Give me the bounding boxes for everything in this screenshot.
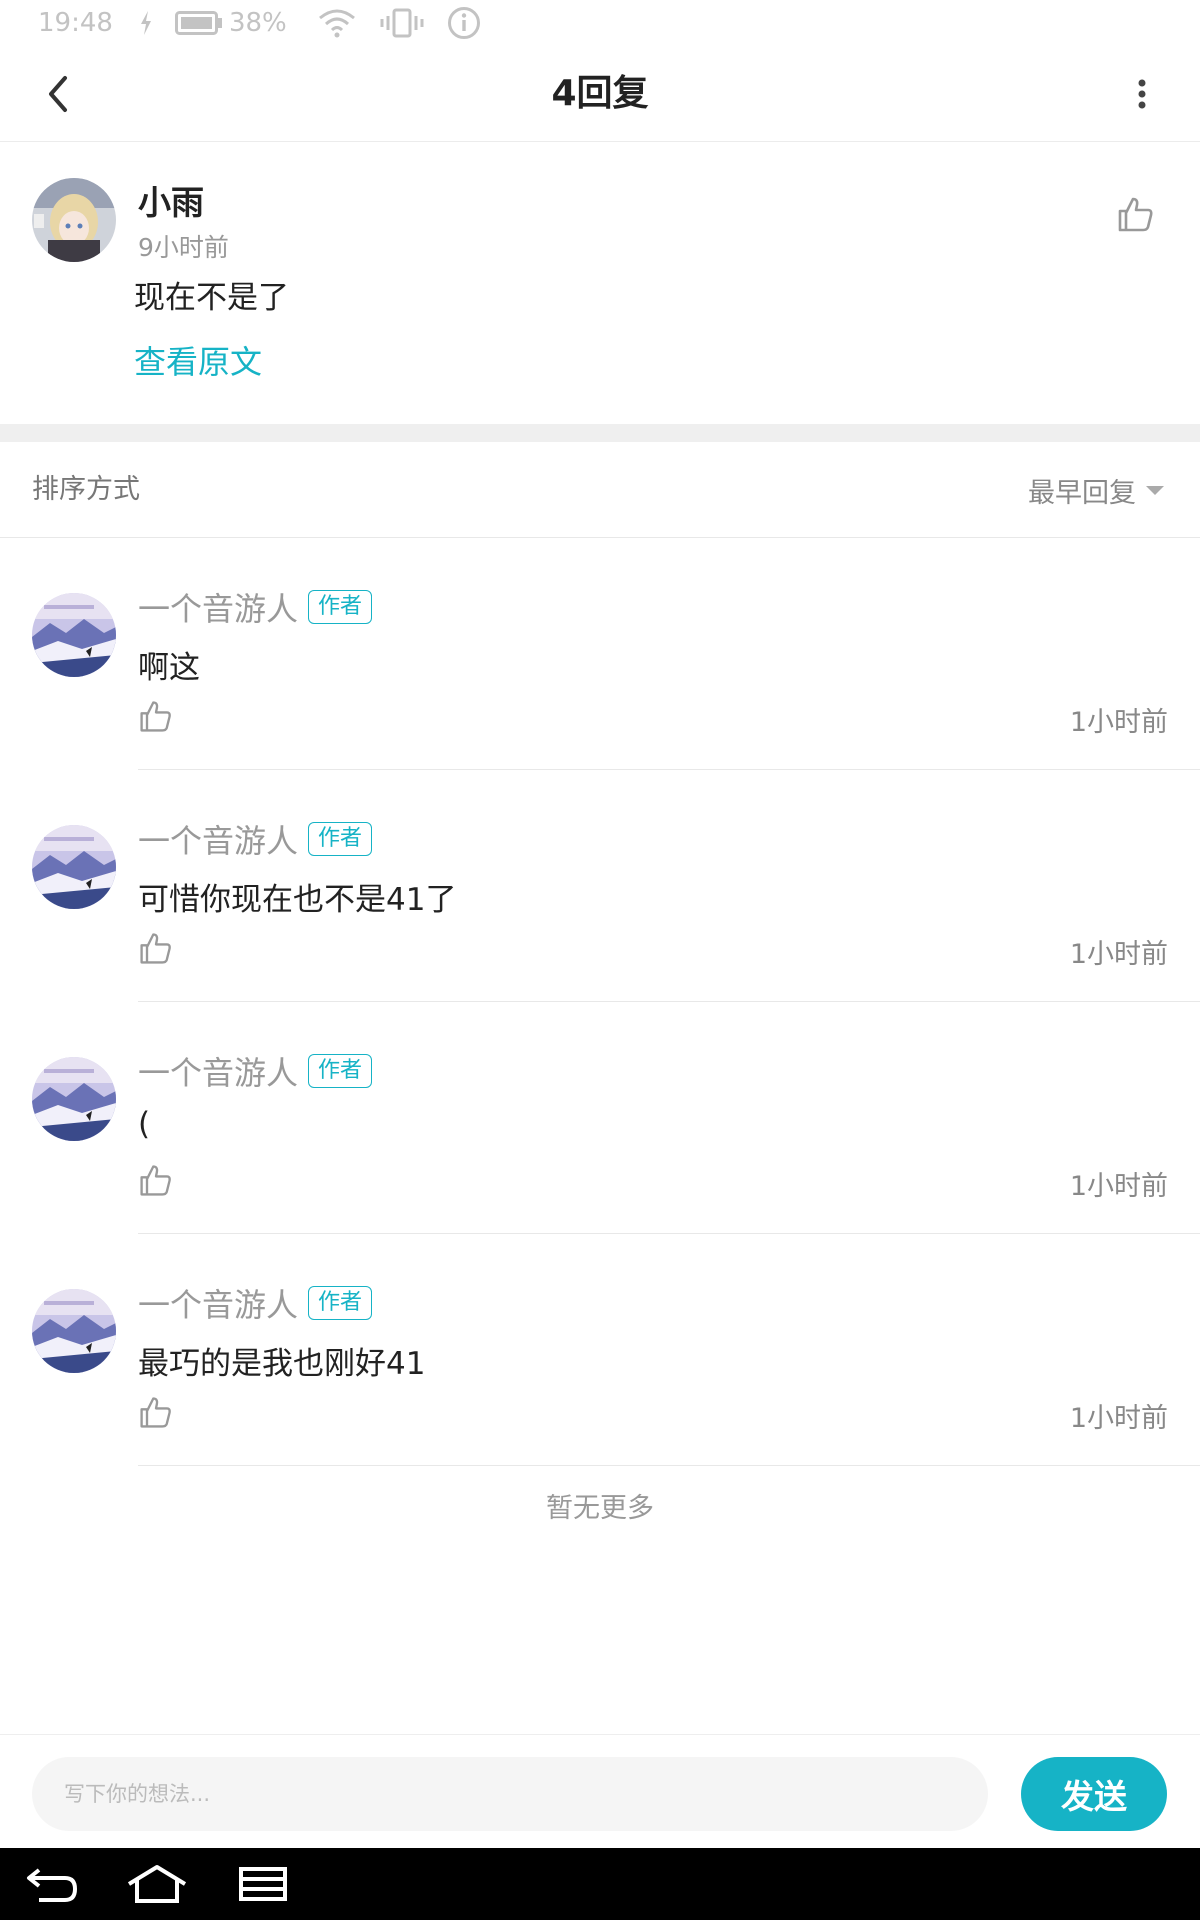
caret-down-icon (1146, 485, 1164, 495)
sort-label: 排序方式 (32, 474, 140, 505)
avatar[interactable] (32, 593, 116, 677)
reply-text: 啊这 (138, 650, 200, 686)
reply-time: 1小时前 (1069, 939, 1168, 970)
author-badge: 作者 (308, 1054, 373, 1088)
reply-author[interactable]: 一个音游人 (138, 816, 298, 862)
view-original-link[interactable]: 查看原文 (134, 337, 262, 383)
thumbs-up-icon (140, 933, 171, 964)
nav-home-button[interactable] (122, 1860, 192, 1908)
comment-author[interactable]: 小雨 (138, 176, 204, 224)
avatar[interactable] (32, 1057, 116, 1141)
reply-time: 1小时前 (1069, 707, 1168, 738)
wifi-icon (317, 8, 357, 38)
thumbs-up-icon (1118, 197, 1153, 232)
sort-dropdown[interactable]: 最早回复 (1028, 442, 1164, 538)
original-comment: 小雨 9小时前 现在不是了 查看原文 (0, 142, 1200, 424)
charging-icon (139, 10, 153, 36)
reply-author[interactable]: 一个音游人 (138, 584, 298, 630)
page-title: 4回复 (551, 73, 649, 114)
landscape-avatar-icon (32, 593, 116, 677)
reply-item: 一个音游人 作者 啊这 1小时前 (0, 538, 1200, 770)
like-button[interactable] (1116, 194, 1156, 234)
no-more-text: 暂无更多 (546, 1493, 654, 1524)
more-options-button[interactable] (1114, 66, 1170, 122)
section-divider (0, 424, 1200, 442)
landscape-avatar-icon (32, 825, 116, 909)
thumbs-up-icon (140, 1397, 171, 1428)
like-button[interactable] (138, 930, 174, 966)
reply-author[interactable]: 一个音游人 (138, 1280, 298, 1326)
reply-input[interactable] (32, 1757, 988, 1831)
reply-text: 可惜你现在也不是41了 (138, 882, 457, 918)
like-button[interactable] (138, 1394, 174, 1430)
avatar[interactable] (32, 825, 116, 909)
back-arrow-icon (27, 1868, 78, 1902)
battery-percent: 38% (228, 8, 287, 38)
vibrate-icon (379, 8, 425, 38)
thumbs-up-icon (140, 701, 171, 732)
system-nav-bar (0, 1848, 1200, 1920)
status-time: 19:48 (38, 8, 113, 38)
like-button[interactable] (138, 698, 174, 734)
reply-text: ( (138, 1106, 151, 1142)
info-icon (447, 6, 481, 40)
reply-time: 1小时前 (1069, 1171, 1168, 1202)
like-button[interactable] (138, 1162, 174, 1198)
landscape-avatar-icon (32, 1289, 116, 1373)
thumbs-up-icon (140, 1165, 171, 1196)
nav-back-button[interactable] (18, 1860, 88, 1908)
nav-recents-button[interactable] (228, 1860, 298, 1908)
author-badge: 作者 (308, 1286, 373, 1320)
reply-input-bar: 发送 (0, 1734, 1200, 1848)
reply-item: 一个音游人 作者 可惜你现在也不是41了 1小时前 (0, 770, 1200, 1002)
author-badge: 作者 (308, 822, 373, 856)
reply-item: 一个音游人 作者 最巧的是我也刚好41 1小时前 (0, 1234, 1200, 1466)
author-badge: 作者 (308, 590, 373, 624)
app-header: 4回复 (0, 46, 1200, 142)
avatar[interactable] (32, 178, 116, 262)
comment-content: 现在不是了 (134, 280, 289, 316)
reply-time: 1小时前 (1069, 1403, 1168, 1434)
reply-divider (138, 1465, 1200, 1466)
avatar[interactable] (32, 1289, 116, 1373)
reply-item: 一个音游人 作者 ( 1小时前 (0, 1002, 1200, 1234)
landscape-avatar-icon (32, 1057, 116, 1141)
recents-icon (239, 1867, 287, 1901)
home-icon (127, 1865, 187, 1903)
more-vertical-icon (1138, 79, 1146, 109)
anime-avatar-icon (32, 178, 116, 262)
reply-text: 最巧的是我也刚好41 (138, 1346, 426, 1382)
send-button[interactable]: 发送 (1021, 1757, 1167, 1831)
reply-author[interactable]: 一个音游人 (138, 1048, 298, 1094)
sort-value: 最早回复 (1028, 477, 1136, 509)
battery-icon (174, 10, 223, 36)
status-bar: 19:48 38% (0, 0, 1200, 46)
sort-row: 排序方式 最早回复 (0, 442, 1200, 538)
comment-time: 9小时前 (138, 233, 229, 262)
